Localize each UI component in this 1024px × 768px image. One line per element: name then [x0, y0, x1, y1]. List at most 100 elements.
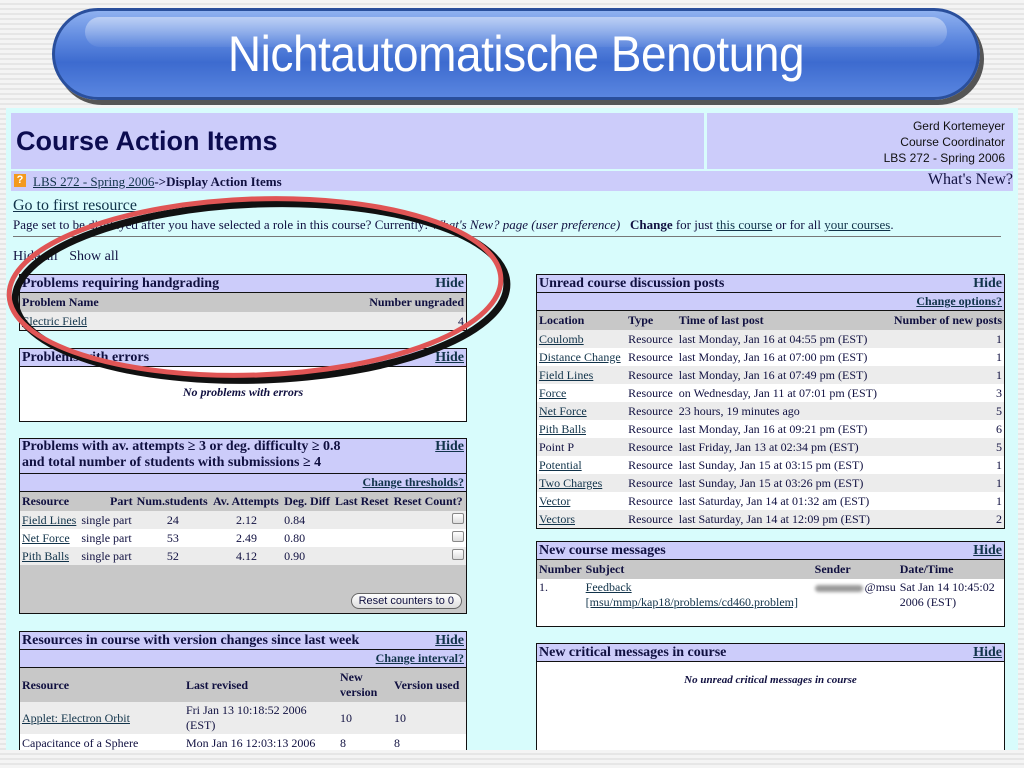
post-type: Resource	[626, 474, 677, 492]
table-row: Field Lines Resource last Monday, Jan 16 a…	[537, 366, 1004, 384]
reset-checkbox[interactable]	[452, 512, 464, 524]
divider	[13, 236, 1001, 237]
version-used: 10	[392, 702, 466, 734]
post-type: Resource	[626, 492, 677, 510]
column-header: Deg. Diff	[282, 492, 333, 511]
versions-table: Resource Last revised New version Versio…	[20, 668, 466, 750]
table-row: Field Lines single part 24 2.12 0.84	[20, 511, 466, 529]
location-link[interactable]: Distance Change	[539, 350, 621, 364]
change-thresholds-link[interactable]: Change thresholds?	[363, 475, 464, 489]
attempts: 2.49	[211, 529, 283, 547]
new-post-count: 1	[887, 492, 1004, 510]
panel-subheader: Change thresholds?	[20, 474, 466, 492]
last-reset	[332, 511, 392, 529]
students: 24	[134, 511, 212, 529]
resource-link[interactable]: Applet: Electron Orbit	[22, 711, 130, 725]
reset-checkbox[interactable]	[452, 530, 464, 542]
reset-counters-button[interactable]: Reset counters to 0	[350, 593, 462, 609]
message-subject-link[interactable]: Feedback	[586, 580, 632, 594]
last-post-time: last Saturday, Jan 14 at 12:09 pm (EST)	[676, 510, 888, 528]
table-row: Applet: Electron Orbit Fri Jan 13 10:18:…	[20, 702, 466, 734]
last-post-time: last Sunday, Jan 15 at 03:15 pm (EST)	[676, 456, 888, 474]
this-course-link[interactable]: this course	[716, 217, 772, 232]
hide-link[interactable]: Hide	[435, 349, 464, 366]
location-link[interactable]: Vector	[539, 494, 570, 508]
last-post-time: last Friday, Jan 13 at 02:34 pm (EST)	[676, 438, 888, 456]
attempts: 2.12	[211, 511, 283, 529]
table-row: Net Force Resource 23 hours, 19 minutes ag…	[537, 402, 1004, 420]
last-post-time: last Monday, Jan 16 at 07:49 pm (EST)	[676, 366, 888, 384]
attempts-panel: Problems with av. attempts ≥ 3 or deg. d…	[19, 438, 467, 614]
last-post-time: 23 hours, 19 minutes ago	[676, 402, 888, 420]
table-row: Pith Balls Resource last Monday, Jan 16 at…	[537, 420, 1004, 438]
table-row: Net Force single part 53 2.49 0.80	[20, 529, 466, 547]
location-link[interactable]: Coulomb	[539, 332, 584, 346]
panel-title: Resources in course with version changes…	[22, 633, 360, 648]
discussion-panel: Unread course discussion posts Hide Chan…	[536, 274, 1005, 529]
version-used: 8	[392, 734, 466, 750]
hide-all-link[interactable]: Hide all	[13, 249, 58, 264]
panel-title: Problems requiring handgrading	[22, 276, 220, 291]
table-row: Electric Field 4	[20, 312, 466, 330]
go-to-first-resource-link[interactable]: Go to first resource	[13, 197, 137, 215]
column-header: Num.students	[134, 492, 212, 511]
breadcrumb-course-link[interactable]: LBS 272 - Spring 2006	[33, 174, 154, 189]
column-header: Number of new posts	[887, 311, 1004, 330]
location-link[interactable]: Potential	[539, 458, 582, 472]
your-courses-link[interactable]: your courses	[824, 217, 890, 232]
message-date: Sat Jan 14 10:45:02	[899, 580, 995, 594]
column-header: Last Reset	[332, 492, 392, 511]
location-link[interactable]: Force	[539, 386, 566, 400]
panel-title: New course messages	[539, 543, 666, 558]
hide-link[interactable]: Hide	[973, 644, 1002, 661]
column-header: Number	[537, 560, 584, 579]
new-post-count: 5	[887, 402, 1004, 420]
location-link[interactable]: Vectors	[539, 512, 575, 526]
empty-message: No unread critical messages in course	[684, 674, 857, 686]
user-name: Gerd Kortemeyer	[912, 119, 1005, 133]
new-post-count: 1	[887, 366, 1004, 384]
resource-link[interactable]: Field Lines	[22, 513, 76, 527]
hide-link[interactable]: Hide	[435, 632, 464, 649]
hide-link[interactable]: Hide	[435, 275, 464, 292]
column-header: Date/Time	[897, 560, 1004, 579]
hide-link[interactable]: Hide	[973, 542, 1002, 559]
last-post-time: last Monday, Jan 16 at 07:00 pm (EST)	[676, 348, 888, 366]
panel-subheader: Change options?	[537, 293, 1004, 311]
message-subject-path-link[interactable]: [msu/mmp/kap18/problems/cd460.problem]	[586, 595, 798, 609]
empty-message: No problems with errors	[182, 385, 304, 399]
table-row: Point P Resource last Friday, Jan 13 at 02…	[537, 438, 1004, 456]
resource-link[interactable]: Net Force	[22, 531, 70, 545]
user-role: Course Coordinator	[900, 135, 1005, 149]
panel-title: Unread course discussion posts	[539, 276, 725, 291]
location-link[interactable]: Pith Balls	[539, 422, 586, 436]
panel-subheader: Change interval?	[20, 650, 466, 668]
column-header: Time of last post	[676, 311, 888, 330]
breadcrumb-current: Display Action Items	[166, 174, 282, 189]
location-link[interactable]: Field Lines	[539, 368, 593, 382]
whats-new-heading: What's New?	[927, 171, 1013, 188]
lonc-page: Course Action Items Gerd Kortemeyer Cour…	[6, 108, 1018, 750]
location-link[interactable]: Net Force	[539, 404, 587, 418]
last-reset	[332, 529, 392, 547]
part: single part	[79, 511, 135, 529]
hide-link[interactable]: Hide	[435, 439, 464, 455]
change-options-link[interactable]: Change options?	[916, 294, 1002, 308]
problem-link[interactable]: Electric Field	[22, 314, 87, 328]
location-link[interactable]: Two Charges	[539, 476, 602, 490]
new-version: 8	[338, 734, 392, 750]
reset-checkbox[interactable]	[452, 548, 464, 560]
versions-panel: Resources in course with version changes…	[19, 631, 467, 750]
new-post-count: 1	[887, 330, 1004, 348]
help-icon[interactable]: ?	[14, 174, 26, 187]
column-header: Av. Attempts	[211, 492, 283, 511]
change-label: Change	[629, 217, 673, 232]
resource-link[interactable]: Pith Balls	[22, 549, 69, 563]
show-all-link[interactable]: Show all	[69, 249, 118, 264]
deg-diff: 0.90	[282, 547, 333, 565]
hide-link[interactable]: Hide	[973, 275, 1002, 292]
table-row: 1. Feedback [msu/mmp/kap18/problems/cd460…	[537, 579, 1004, 611]
panel-header: Resources in course with version changes…	[20, 632, 466, 650]
table-row: Potential Resource last Sunday, Jan 15 at …	[537, 456, 1004, 474]
change-interval-link[interactable]: Change interval?	[376, 651, 464, 665]
